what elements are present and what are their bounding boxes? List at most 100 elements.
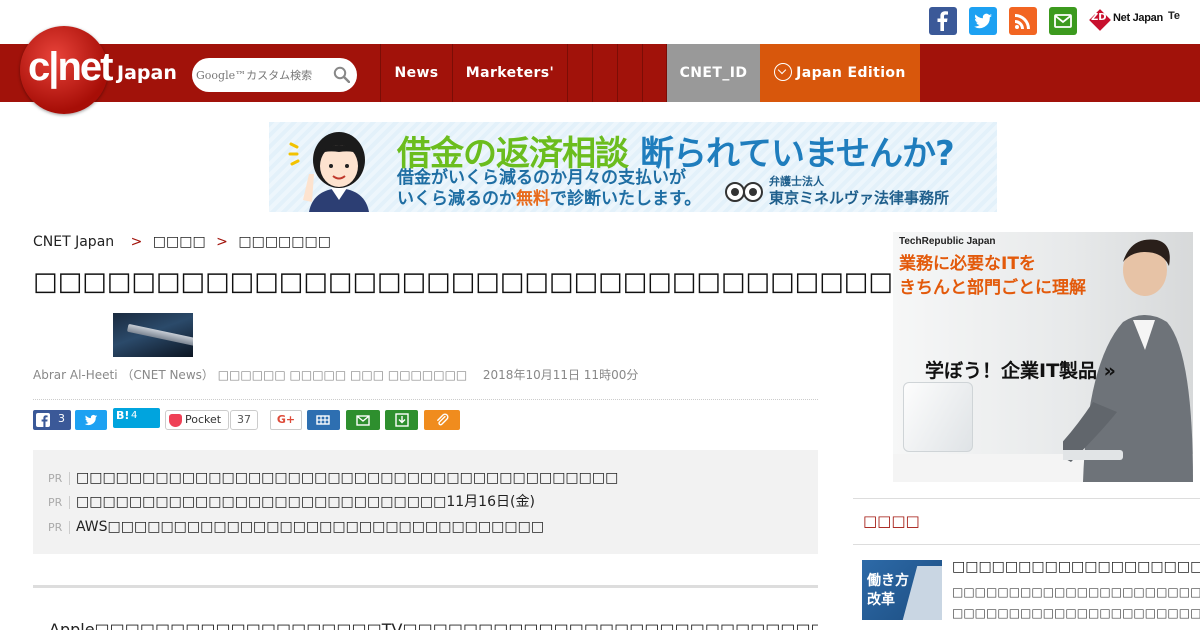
- sidebar-ad-headline-2: きちんと部門ごとに理解: [899, 278, 1086, 298]
- nav-item-japan-edition[interactable]: Japan Edition: [760, 44, 920, 102]
- pr-item-text[interactable]: □□□□□□□□□□□□□□□□□□□□□□□□□□□□11月16日(金): [76, 494, 535, 510]
- popular-item-thumbnail[interactable]: 働き方 改革: [862, 560, 942, 620]
- japan-edition-label: Japan Edition: [796, 65, 906, 81]
- twitter-icon[interactable]: [969, 7, 997, 35]
- print-button[interactable]: [307, 410, 340, 430]
- pocket-label: Pocket: [185, 413, 222, 426]
- hatena-count: 4: [131, 410, 138, 421]
- chevron-down-icon: [774, 63, 793, 81]
- breadcrumb: CNET Japan > □□□□ > □□□□□□□: [33, 234, 331, 250]
- pr-item[interactable]: PR □□□□□□□□□□□□□□□□□□□□□□□□□□□□□□□□□□□□□□…: [48, 467, 618, 489]
- nav-item-marketers[interactable]: Marketers': [452, 44, 567, 102]
- email-share-button[interactable]: [346, 410, 380, 430]
- pr-label: PR: [48, 472, 70, 485]
- cnet-logo[interactable]: c|net: [20, 26, 113, 114]
- pocket-icon: [169, 414, 182, 427]
- facebook-share-button[interactable]: 3: [33, 410, 71, 430]
- byline-date: 2018年10月11日 11時00分: [482, 368, 639, 382]
- pr-item-text[interactable]: AWS□□□□□□□□□□□□□□□□□□□□□□□□□□□□□□□□□: [76, 519, 544, 535]
- pr-label: PR: [48, 521, 70, 534]
- techrepublic-label: Te: [1168, 10, 1181, 22]
- hatena-bookmark-button[interactable]: B! 4: [113, 408, 160, 428]
- zdnet-mark: ZD: [1091, 12, 1107, 23]
- nav-item-empty-1[interactable]: [567, 44, 592, 102]
- search-icon[interactable]: [333, 66, 350, 83]
- breadcrumb-sep-1: >: [130, 234, 143, 250]
- article-title: □□□□□□□□□□□□□□□□□□□□□□□□□□□□□□□□□□□□□□: [33, 267, 967, 297]
- popular-item-summary-1: □□□□□□□□□□□□□□□□□□□□□□□□□: [952, 585, 1200, 599]
- paperclip-icon: [437, 413, 449, 426]
- rss-icon[interactable]: [1009, 7, 1037, 35]
- hatena-label: B!: [116, 409, 130, 422]
- facebook-share-icon: [36, 413, 50, 427]
- print-icon: [316, 415, 330, 425]
- nav-item-empty-4[interactable]: [642, 44, 667, 102]
- popular-thumb-line2: 改革: [867, 592, 895, 608]
- search-box: [192, 58, 357, 92]
- sidebar-ad-headline: 業務に必要なITを きちんと部門ごとに理解: [899, 252, 1086, 300]
- sidebar-ad[interactable]: TechRepublic Japan 業務に必要なITを きちんと部門ごとに理解…: [893, 232, 1193, 482]
- breadcrumb-level2[interactable]: □□□□□□□: [238, 234, 331, 250]
- popular-thumb-text: 働き方 改革: [867, 572, 909, 610]
- clip-button[interactable]: [424, 410, 460, 430]
- email-share-icon: [356, 415, 370, 426]
- popular-item-summary: □□□□□□□□□□□□□□□□□□□□□□ □□□ □□□□□□□□□□□□□□…: [952, 582, 1200, 624]
- save-button[interactable]: [385, 410, 418, 430]
- cnet-logo-text: c|net: [28, 45, 113, 89]
- twitter-share-icon: [84, 414, 98, 426]
- byline-authors: Abrar Al-Heeti （CNET News） □□□□□□ □□□□□ …: [33, 368, 468, 382]
- pr-item-text[interactable]: □□□□□□□□□□□□□□□□□□□□□□□□□□□□□□□□□□□□□□□□…: [76, 470, 618, 486]
- popular-heading: □□□□: [863, 512, 920, 530]
- pr-item[interactable]: PR AWS□□□□□□□□□□□□□□□□□□□□□□□□□□□□□□□□□: [48, 516, 544, 538]
- woman-illustration-icon: [288, 132, 369, 212]
- banner-firm-name: 東京ミネルヴァ法律事務所: [769, 189, 950, 207]
- pr-box: PR □□□□□□□□□□□□□□□□□□□□□□□□□□□□□□□□□□□□□□…: [33, 450, 818, 554]
- owl-logo-icon: [725, 182, 763, 202]
- search-input[interactable]: [196, 65, 326, 85]
- nav-item-cnet-id[interactable]: CNET_ID: [667, 44, 760, 102]
- pr-item[interactable]: PR □□□□□□□□□□□□□□□□□□□□□□□□□□□□11月16日(金): [48, 491, 535, 513]
- facebook-share-count: 3: [58, 412, 65, 425]
- techrepublic-link[interactable]: Te: [1168, 10, 1180, 22]
- top-social-bar: ZD Net Japan Te: [0, 0, 1200, 44]
- breadcrumb-sep-2: >: [216, 234, 228, 250]
- banner-ad[interactable]: 借金の返済相談 断られていませんか? 借金がいくら減るのか月々の支払いが いくら減…: [269, 122, 997, 212]
- nav-item-empty-2[interactable]: [592, 44, 617, 102]
- breadcrumb-level1[interactable]: □□□□: [153, 234, 206, 250]
- nav-item-news[interactable]: News: [380, 44, 452, 102]
- section-divider: [33, 585, 818, 588]
- facebook-icon[interactable]: [929, 7, 957, 35]
- banner-sub-line2a: いくら減るのか: [397, 189, 516, 209]
- banner-subtext: 借金がいくら減るのか月々の支払いが いくら減るのか無料で診断いたします。: [397, 168, 701, 210]
- popular-thumb-line1: 働き方: [867, 573, 909, 589]
- banner-sub-line2b: 無料: [516, 189, 550, 209]
- banner-firm: 弁護士法人 東京ミネルヴァ法律事務所: [769, 172, 949, 207]
- google-plus-button[interactable]: G+: [270, 410, 302, 430]
- edition-label: Japan: [117, 62, 177, 84]
- article-byline: Abrar Al-Heeti （CNET News） □□□□□□ □□□□□ …: [33, 366, 638, 383]
- apple-tv-remote-image: [126, 323, 193, 347]
- banner-sub-line1: 借金がいくら減るのか月々の支払いが: [397, 168, 686, 188]
- popular-item-summary-2: □□□□□□□□□□□□□□□□□□□□□□□: [952, 606, 1200, 620]
- sidebar-ad-headline-1: 業務に必要なITを: [899, 254, 1036, 274]
- sidebar-ad-brand: TechRepublic Japan: [899, 236, 996, 247]
- monitor-image: [903, 382, 973, 452]
- popular-item-title[interactable]: □□□□□□□□□□□□□□□□□□□□□: [952, 559, 1200, 575]
- pr-label: PR: [48, 496, 70, 509]
- divider: [33, 399, 818, 400]
- nav-item-empty-3[interactable]: [617, 44, 642, 102]
- banner-sub-line2c: で診断いたします。: [550, 189, 702, 209]
- article-body: Apple□□□□□□□□□□□□□□□□□□□TV□□□□□□□□□□□□□□…: [49, 620, 818, 630]
- breadcrumb-home[interactable]: CNET Japan: [33, 234, 114, 250]
- sidebar-ad-cta[interactable]: 学ぼう！企業IT製品 »: [925, 356, 1116, 383]
- article-thumbnail: [113, 313, 193, 357]
- mail-icon[interactable]: [1049, 7, 1077, 35]
- pocket-count: 37: [230, 410, 258, 430]
- twitter-share-button[interactable]: [75, 410, 107, 430]
- divider: [853, 498, 1200, 499]
- download-icon: [395, 413, 409, 427]
- zdnet-label: Net Japan: [1113, 12, 1163, 24]
- divider: [853, 544, 1200, 545]
- pocket-button[interactable]: Pocket: [165, 410, 229, 430]
- banner-firm-prefix: 弁護士法人: [769, 175, 824, 188]
